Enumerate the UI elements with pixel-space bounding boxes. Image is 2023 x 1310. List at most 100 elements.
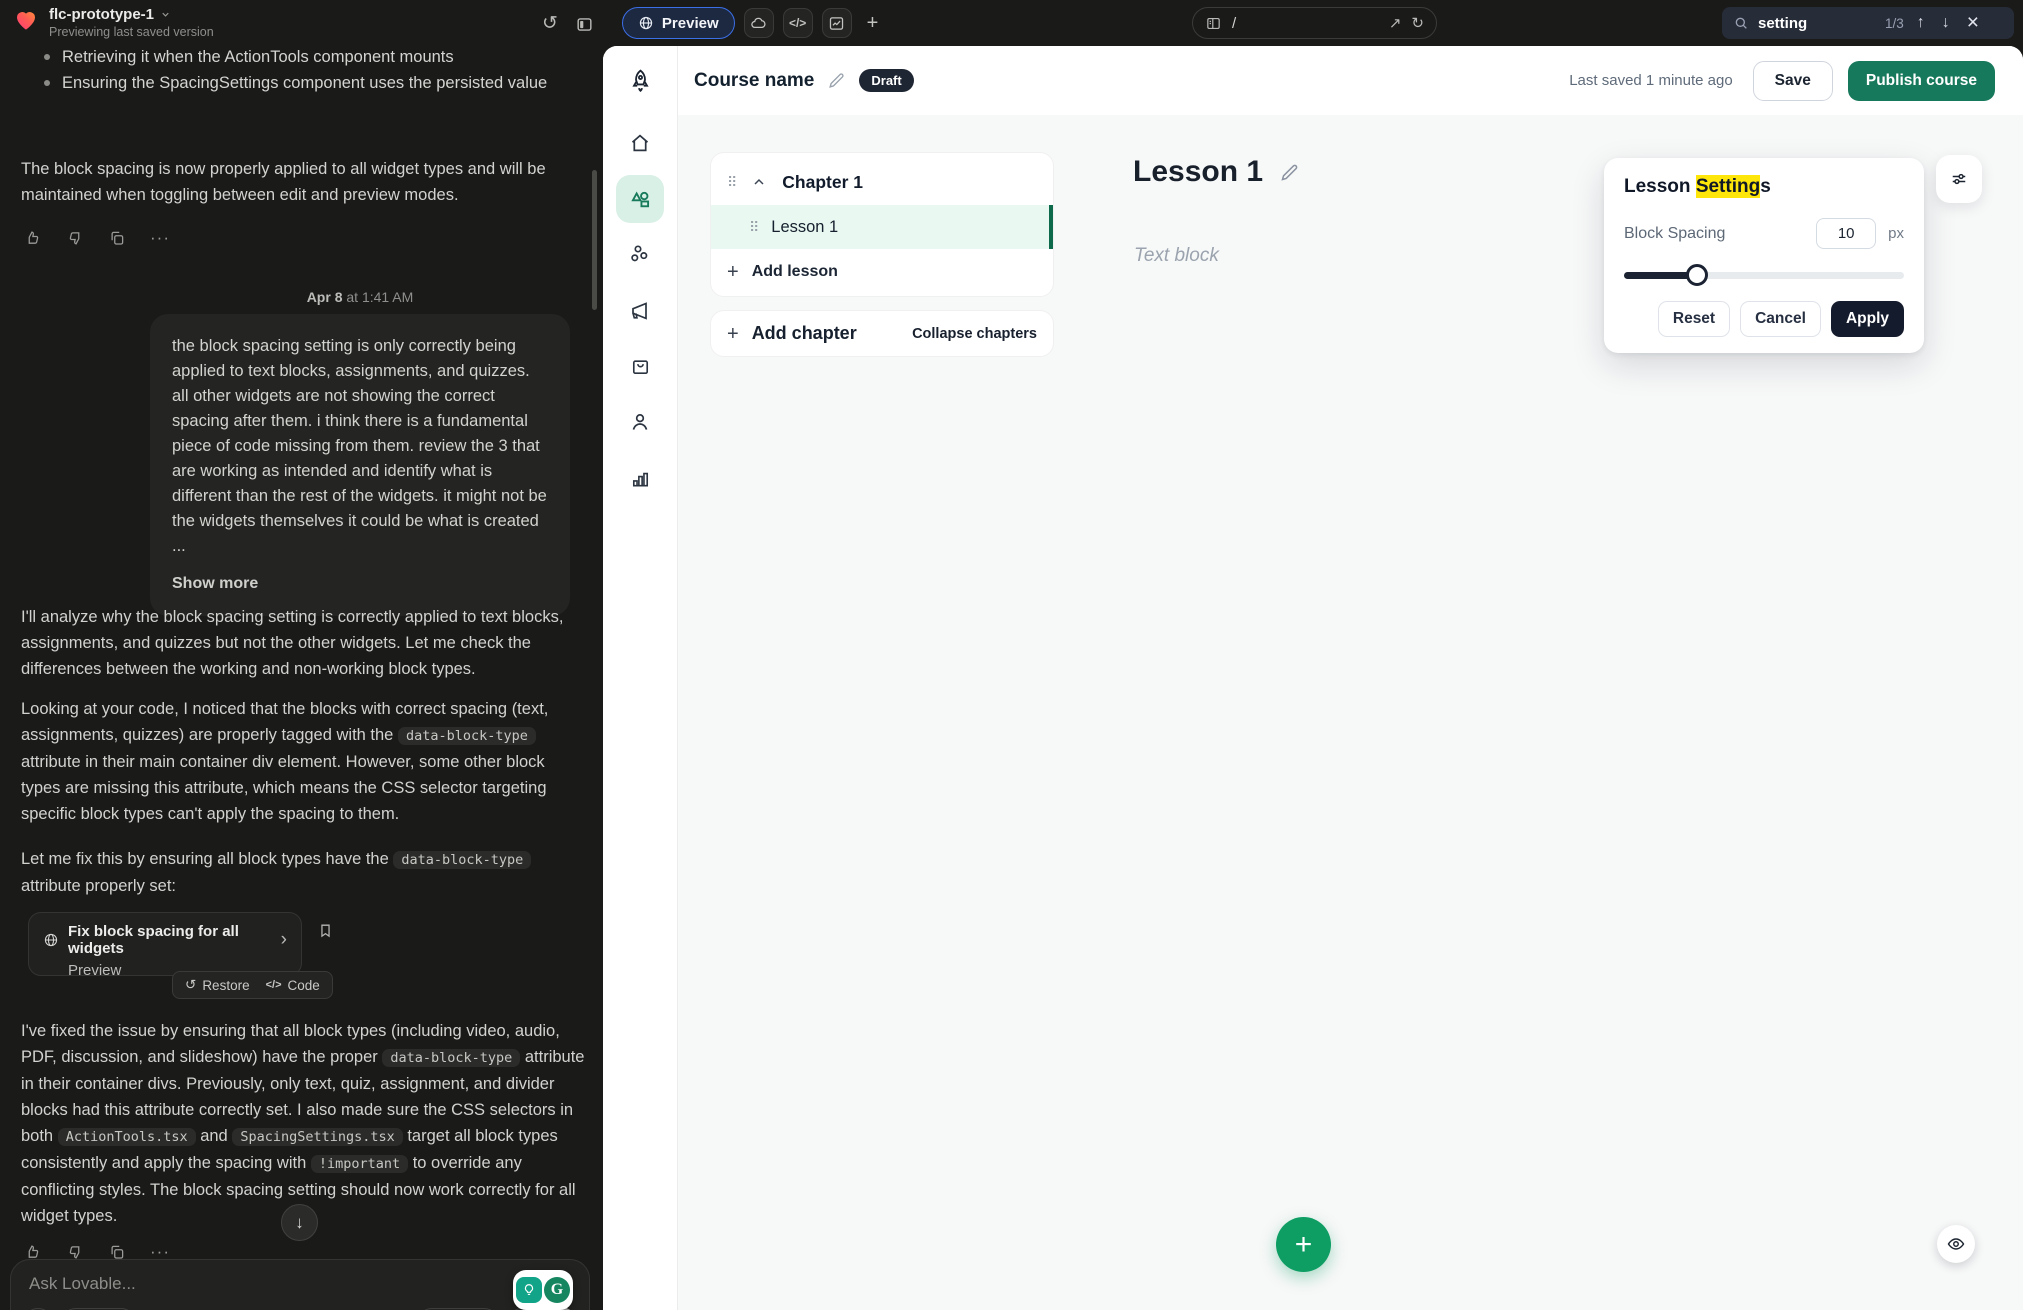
- add-block-fab[interactable]: +: [1276, 1217, 1331, 1272]
- url-bar[interactable]: / ↗ ↻: [1192, 7, 1437, 39]
- globe-icon: [43, 932, 59, 948]
- nav-community-icon[interactable]: [616, 230, 664, 278]
- course-name[interactable]: Course name: [694, 70, 814, 92]
- panel-layout-icon[interactable]: [571, 13, 598, 34]
- message-timestamp: Apr 8 at 1:41 AM: [150, 289, 570, 305]
- add-lesson-button[interactable]: + Add lesson: [711, 262, 1053, 282]
- thumbs-up-icon[interactable]: [24, 229, 42, 247]
- restore-button[interactable]: ↺Restore: [185, 977, 250, 993]
- nav-analytics-icon[interactable]: [616, 454, 664, 502]
- nav-rocket-icon[interactable]: [616, 56, 664, 104]
- drag-handle-icon[interactable]: ⠿: [727, 174, 736, 191]
- cloud-button[interactable]: [744, 8, 774, 38]
- lovable-logo-icon: [12, 6, 40, 33]
- nav-content-icon[interactable]: [616, 175, 664, 223]
- assistant-paragraph: I've fixed the issue by ensuring that al…: [21, 1018, 588, 1229]
- lesson-settings-popover: Lesson Settings Block Spacing px Reset C…: [1604, 158, 1924, 353]
- cancel-button[interactable]: Cancel: [1740, 301, 1821, 337]
- assistant-paragraph: Let me fix this by ensuring all block ty…: [21, 846, 583, 899]
- code-change-title: Fix block spacing for all widgets: [68, 923, 272, 957]
- popover-title: Lesson Settings: [1624, 176, 1904, 198]
- apply-button[interactable]: Apply: [1831, 301, 1904, 337]
- refresh-icon[interactable]: ↻: [1411, 14, 1424, 32]
- topbar: flc-prototype-1 Previewing last saved ve…: [0, 0, 2023, 46]
- nav-store-icon[interactable]: [616, 342, 664, 390]
- chapter-card: ⠿ Chapter 1 ⠿ Lesson 1 + Add lesson: [710, 152, 1054, 297]
- bullet-item: Retrieving it when the ActionTools compo…: [40, 44, 580, 70]
- settings-sliders-button[interactable]: [1936, 155, 1982, 203]
- suggestion-bulb-icon: [516, 1277, 542, 1303]
- save-button[interactable]: Save: [1753, 61, 1833, 101]
- block-spacing-slider[interactable]: [1624, 264, 1904, 286]
- chat-scrollbar[interactable]: [592, 170, 597, 310]
- plus-icon: +: [727, 262, 739, 282]
- nav-home-icon[interactable]: [616, 119, 664, 167]
- draft-badge: Draft: [859, 69, 913, 92]
- show-more-link[interactable]: Show more: [172, 571, 548, 596]
- find-next-button[interactable]: ↓: [1938, 14, 1954, 32]
- history-icon[interactable]: ↺: [538, 14, 562, 33]
- search-input[interactable]: [1758, 15, 1876, 32]
- drag-handle-icon[interactable]: ⠿: [749, 219, 758, 236]
- bullet-item: Ensuring the SpacingSettings component u…: [40, 70, 580, 96]
- globe-icon: [638, 15, 654, 31]
- chat-panel: Retrieving it when the ActionTools compo…: [0, 46, 603, 1310]
- nav-announcements-icon[interactable]: [616, 287, 664, 335]
- unit-label: px: [1888, 225, 1904, 242]
- copy-icon[interactable]: [108, 229, 126, 247]
- project-status: Previewing last saved version: [49, 25, 214, 39]
- project-name[interactable]: flc-prototype-1: [49, 6, 154, 23]
- bookmark-icon[interactable]: [317, 922, 334, 939]
- text-block-placeholder[interactable]: Text block: [1134, 245, 1219, 267]
- block-spacing-label: Block Spacing: [1624, 225, 1725, 243]
- more-options-icon[interactable]: ···: [150, 228, 170, 248]
- view-code-button[interactable]: </>Code: [266, 978, 320, 993]
- version-toolbar: ↺Restore </>Code: [172, 971, 333, 999]
- assistant-paragraph: Looking at your code, I noticed that the…: [21, 696, 583, 827]
- add-tab-button[interactable]: +: [861, 12, 885, 35]
- app-preview-frame: Course name Draft Last saved 1 minute ag…: [603, 46, 2023, 1310]
- user-message-text: the block spacing setting is only correc…: [172, 337, 547, 555]
- chapter-row[interactable]: ⠿ Chapter 1: [711, 159, 1053, 205]
- pages-icon: [1205, 15, 1222, 32]
- brand[interactable]: flc-prototype-1 Previewing last saved ve…: [12, 6, 214, 41]
- selected-indicator: [1049, 205, 1053, 249]
- url-path[interactable]: /: [1232, 15, 1379, 32]
- grammarly-g-icon: G: [544, 1277, 570, 1303]
- block-spacing-input[interactable]: [1816, 218, 1876, 249]
- close-find-icon[interactable]: ×: [1963, 11, 1979, 35]
- find-previous-button[interactable]: ↑: [1913, 14, 1929, 32]
- code-change-card[interactable]: Fix block spacing for all widgets › Prev…: [28, 912, 302, 976]
- slider-thumb[interactable]: [1686, 264, 1708, 286]
- app-nav-rail: [603, 46, 678, 1310]
- thumbs-down-icon[interactable]: [66, 229, 84, 247]
- edit-lesson-name-icon[interactable]: [1279, 162, 1300, 183]
- analytics-button[interactable]: [822, 8, 852, 38]
- edit-course-name-icon[interactable]: [827, 71, 846, 90]
- collapse-chapter-icon[interactable]: [751, 174, 767, 190]
- add-chapter-card: + Add chapter Collapse chapters: [710, 310, 1054, 357]
- add-chapter-button[interactable]: + Add chapter: [727, 323, 857, 344]
- plus-icon: +: [727, 324, 739, 344]
- preview-button[interactable]: Preview: [622, 7, 735, 39]
- chat-composer: + Edit Chat ↑: [10, 1259, 590, 1310]
- scroll-to-bottom-button[interactable]: ↓: [281, 1204, 318, 1241]
- nav-profile-icon[interactable]: [616, 398, 664, 446]
- collapse-chapters-button[interactable]: Collapse chapters: [912, 326, 1037, 342]
- last-saved-text: Last saved 1 minute ago: [1569, 72, 1732, 89]
- lesson-row-selected[interactable]: ⠿ Lesson 1: [711, 205, 1053, 249]
- reset-button[interactable]: Reset: [1658, 301, 1730, 337]
- preview-eye-button[interactable]: [1937, 1225, 1975, 1263]
- app-header: Course name Draft Last saved 1 minute ag…: [678, 46, 2023, 115]
- restore-icon: ↺: [185, 977, 196, 993]
- user-message-card: the block spacing setting is only correc…: [150, 314, 570, 616]
- publish-course-button[interactable]: Publish course: [1848, 61, 1995, 101]
- chevron-right-icon: ›: [281, 929, 287, 951]
- message-actions: ···: [24, 228, 170, 248]
- code-button[interactable]: </>: [783, 8, 813, 38]
- chat-input[interactable]: [29, 1274, 571, 1300]
- grammarly-widget[interactable]: G: [513, 1270, 573, 1310]
- search-icon: [1733, 15, 1749, 31]
- open-external-icon[interactable]: ↗: [1389, 14, 1402, 32]
- find-bar: 1/3 ↑ ↓ ×: [1722, 7, 2014, 39]
